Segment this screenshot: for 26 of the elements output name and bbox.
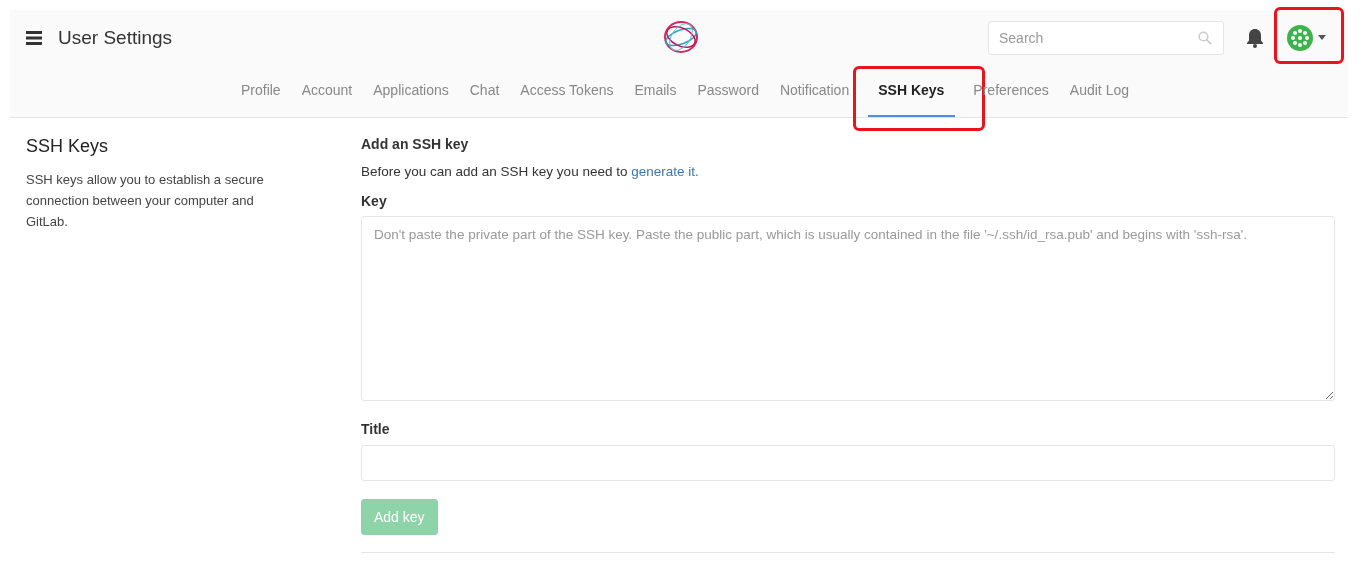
settings-tab[interactable]: Profile bbox=[230, 65, 292, 117]
key-label: Key bbox=[361, 193, 387, 209]
key-field[interactable]: Don't paste the private part of the SSH key. Paste the public part, which is usually contained in the file '~/.ssh/id_rsa.pub' and begins with 'ssh-rsa'. bbox=[361, 216, 1335, 401]
settings-tab[interactable]: Audit Log bbox=[1059, 65, 1140, 117]
bell-icon[interactable] bbox=[1246, 27, 1264, 48]
title-field[interactable] bbox=[361, 445, 1335, 481]
settings-tab[interactable]: Emails bbox=[623, 65, 687, 117]
intro-text: Before you can add an SSH key you need to generate it. bbox=[361, 164, 699, 179]
settings-tab[interactable]: Chat bbox=[459, 65, 510, 117]
caret-icon[interactable] bbox=[1318, 35, 1326, 40]
menu-icon[interactable] bbox=[26, 30, 42, 45]
page-title: User Settings bbox=[58, 26, 173, 49]
form-heading: Add an SSH key bbox=[361, 136, 469, 152]
section-title: SSH Keys bbox=[26, 136, 110, 157]
settings-tab[interactable]: Notification bbox=[769, 65, 860, 117]
settings-tab[interactable]: Applications bbox=[362, 65, 460, 117]
settings-tab[interactable]: Access Tokens bbox=[509, 65, 624, 117]
search-icon bbox=[1198, 30, 1212, 45]
settings-tab[interactable]: SSH Keys bbox=[867, 65, 955, 117]
globe-logo-icon[interactable] bbox=[662, 19, 700, 55]
settings-tab[interactable]: Account bbox=[291, 65, 363, 117]
search-field[interactable]: Search bbox=[988, 20, 1224, 55]
section-description: SSH keys allow you to establish a secure connection between your computer and GitLab. bbox=[26, 171, 265, 231]
generate-link[interactable]: generate it. bbox=[631, 164, 699, 179]
title-label: Title bbox=[361, 421, 390, 437]
settings-tab[interactable]: Password bbox=[686, 65, 770, 117]
